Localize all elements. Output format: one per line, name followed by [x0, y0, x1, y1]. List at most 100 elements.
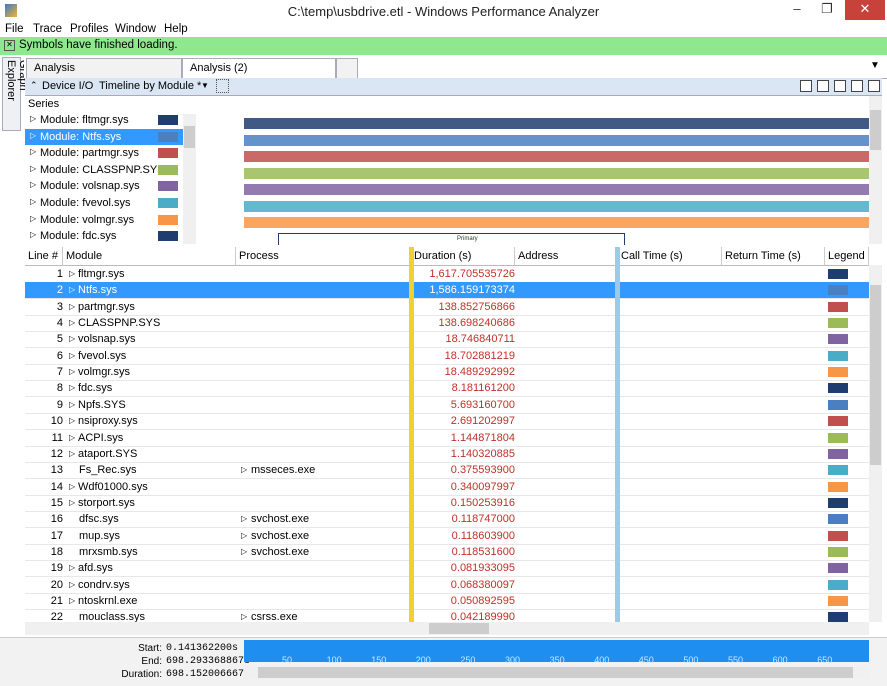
- expand-icon[interactable]: ▷: [69, 416, 75, 425]
- graph-bar[interactable]: [244, 134, 869, 146]
- minimize-icon[interactable]: –: [783, 0, 811, 20]
- expand-icon[interactable]: ▷: [69, 563, 75, 572]
- chevron-down-icon[interactable]: ▼: [201, 81, 209, 90]
- table-only-view-icon[interactable]: [817, 80, 829, 92]
- graph-bar[interactable]: [244, 118, 869, 129]
- expand-icon[interactable]: ▷: [69, 596, 75, 605]
- table-row[interactable]: 20 ▷ condrv.sys 0.068380097: [25, 577, 869, 594]
- timeline-ruler[interactable]: 50 100 150 200 250 300 350 400 450 500 550 600 650: [244, 640, 869, 665]
- expand-icon[interactable]: ▷: [69, 433, 75, 442]
- column-header[interactable]: Address: [515, 247, 618, 266]
- close-icon[interactable]: ✕: [845, 0, 885, 20]
- tab-menu-icon[interactable]: ▼: [870, 60, 880, 71]
- expand-icon[interactable]: ▷: [69, 351, 75, 360]
- column-header[interactable]: Process: [236, 247, 411, 266]
- graph-only-view-icon[interactable]: [834, 80, 846, 92]
- dismiss-icon[interactable]: ✕: [4, 40, 15, 51]
- timeline-scrollbar[interactable]: [244, 666, 869, 679]
- table-row[interactable]: 11 ▷ ACPI.sys 1.144871804: [25, 430, 869, 447]
- maximize-view-icon[interactable]: [851, 80, 863, 92]
- series-item[interactable]: ▷ Module: CLASSPNP.SYS: [25, 162, 185, 178]
- expand-icon[interactable]: ▷: [30, 147, 36, 156]
- close-view-icon[interactable]: [868, 80, 880, 92]
- expand-icon[interactable]: ▷: [69, 482, 75, 491]
- expand-icon[interactable]: ▷: [30, 197, 36, 206]
- series-scrollbar[interactable]: [183, 114, 196, 244]
- table-row[interactable]: 15 ▷ storport.sys 0.150253916: [25, 495, 869, 512]
- series-item[interactable]: ▷ Module: fvevol.sys: [25, 195, 185, 211]
- graph-bar[interactable]: [244, 217, 869, 228]
- expand-icon[interactable]: ▷: [30, 131, 36, 140]
- expand-icon[interactable]: ▷: [69, 367, 75, 376]
- table-row[interactable]: 19 ▷ afd.sys 0.081933095: [25, 560, 869, 578]
- graph-column-divider[interactable]: [615, 247, 620, 622]
- table-row[interactable]: 17 mup.sys ▷ svchost.exe 0.118603900: [25, 528, 869, 545]
- series-item[interactable]: ▷ Module: fltmgr.sys: [25, 112, 185, 128]
- expand-icon[interactable]: ▷: [241, 514, 247, 523]
- series-item[interactable]: ▷ Module: Ntfs.sys: [25, 128, 185, 145]
- expand-icon[interactable]: ▷: [30, 164, 36, 173]
- column-header[interactable]: Return Time (s): [722, 247, 825, 266]
- expand-icon[interactable]: ▷: [241, 531, 247, 540]
- expand-icon[interactable]: ▷: [69, 334, 75, 343]
- expand-icon[interactable]: ▷: [69, 580, 75, 589]
- graph-explorer-tab[interactable]: Graph Explorer: [2, 57, 29, 131]
- table-row[interactable]: 7 ▷ volmgr.sys 18.489292992: [25, 364, 869, 382]
- table-row[interactable]: 10 ▷ nsiproxy.sys 2.691202997: [25, 413, 869, 431]
- menu-window[interactable]: Window: [115, 23, 156, 35]
- graph-bar[interactable]: [244, 167, 869, 179]
- menu-profiles[interactable]: Profiles: [70, 23, 108, 35]
- table-row[interactable]: 6 ▷ fvevol.sys 18.702881219: [25, 348, 869, 365]
- expand-icon[interactable]: ▷: [69, 383, 75, 392]
- table-row[interactable]: 12 ▷ ataport.SYS 1.140320885: [25, 446, 869, 463]
- table-row[interactable]: 1 ▷ fltmgr.sys 1,617.705535726: [25, 266, 869, 283]
- table-row[interactable]: 4 ▷ CLASSPNP.SYS 138.698240686: [25, 315, 869, 333]
- graph-bar[interactable]: [244, 151, 869, 162]
- table-horizontal-scrollbar[interactable]: [25, 622, 869, 635]
- table-row[interactable]: 3 ▷ partmgr.sys 138.852756866: [25, 299, 869, 316]
- expand-icon[interactable]: ▷: [69, 302, 75, 311]
- expand-icon[interactable]: ▷: [30, 114, 36, 123]
- series-item[interactable]: ▷ Module: fdc.sys: [25, 228, 185, 244]
- expand-icon[interactable]: ▷: [241, 612, 247, 621]
- table-row[interactable]: 5 ▷ volsnap.sys 18.746840711: [25, 331, 869, 349]
- series-item[interactable]: ▷ Module: volsnap.sys: [25, 178, 185, 194]
- table-row[interactable]: 8 ▷ fdc.sys 8.181161200: [25, 380, 869, 398]
- table-row[interactable]: 2 ▷ Ntfs.sys 1,586.159173374: [25, 282, 869, 300]
- preset-dropdown[interactable]: Timeline by Module *: [99, 80, 201, 92]
- table-row[interactable]: 18 mrxsmb.sys ▷ svchost.exe 0.118531600: [25, 544, 869, 561]
- expand-icon[interactable]: ▷: [241, 465, 247, 474]
- expand-icon[interactable]: ▷: [241, 547, 247, 556]
- expand-icon[interactable]: ▷: [69, 269, 75, 278]
- column-header[interactable]: Line #: [25, 247, 63, 266]
- expand-icon[interactable]: ▷: [69, 400, 75, 409]
- graph-bar[interactable]: [244, 200, 869, 212]
- graph-scrollbar[interactable]: [869, 96, 882, 244]
- menu-help[interactable]: Help: [164, 23, 188, 35]
- table-vertical-scrollbar[interactable]: [869, 265, 882, 622]
- expand-icon[interactable]: ▷: [30, 180, 36, 189]
- column-header[interactable]: Call Time (s): [618, 247, 722, 266]
- expand-icon[interactable]: ▷: [30, 214, 36, 223]
- expand-icon[interactable]: ▷: [69, 285, 75, 294]
- table-row[interactable]: 14 ▷ Wdf01000.sys 0.340097997: [25, 479, 869, 496]
- expand-icon[interactable]: ▷: [69, 449, 75, 458]
- key-column-divider[interactable]: [409, 247, 414, 622]
- config-icon[interactable]: [216, 79, 229, 93]
- column-header[interactable]: Legend: [825, 247, 869, 266]
- new-tab-button[interactable]: [336, 58, 358, 78]
- series-item[interactable]: ▷ Module: partmgr.sys: [25, 145, 185, 161]
- expand-icon[interactable]: ▷: [69, 498, 75, 507]
- collapse-icon[interactable]: ⌃: [30, 80, 38, 91]
- expand-icon[interactable]: ▷: [30, 230, 36, 239]
- expand-icon[interactable]: ▷: [69, 318, 75, 327]
- series-item[interactable]: ▷ Module: volmgr.sys: [25, 212, 185, 228]
- table-row[interactable]: 22 mouclass.sys ▷ csrss.exe 0.042189990: [25, 609, 869, 622]
- table-row[interactable]: 21 ▷ ntoskrnl.exe 0.050892595: [25, 593, 869, 610]
- graph-bar[interactable]: [244, 184, 869, 195]
- table-row[interactable]: 16 dfsc.sys ▷ svchost.exe 0.118747000: [25, 511, 869, 529]
- table-row[interactable]: 13 Fs_Rec.sys ▷ msseces.exe 0.375593900: [25, 462, 869, 480]
- column-header[interactable]: Duration (s): [411, 247, 515, 266]
- column-header[interactable]: Module: [63, 247, 236, 266]
- menu-file[interactable]: File: [5, 23, 24, 35]
